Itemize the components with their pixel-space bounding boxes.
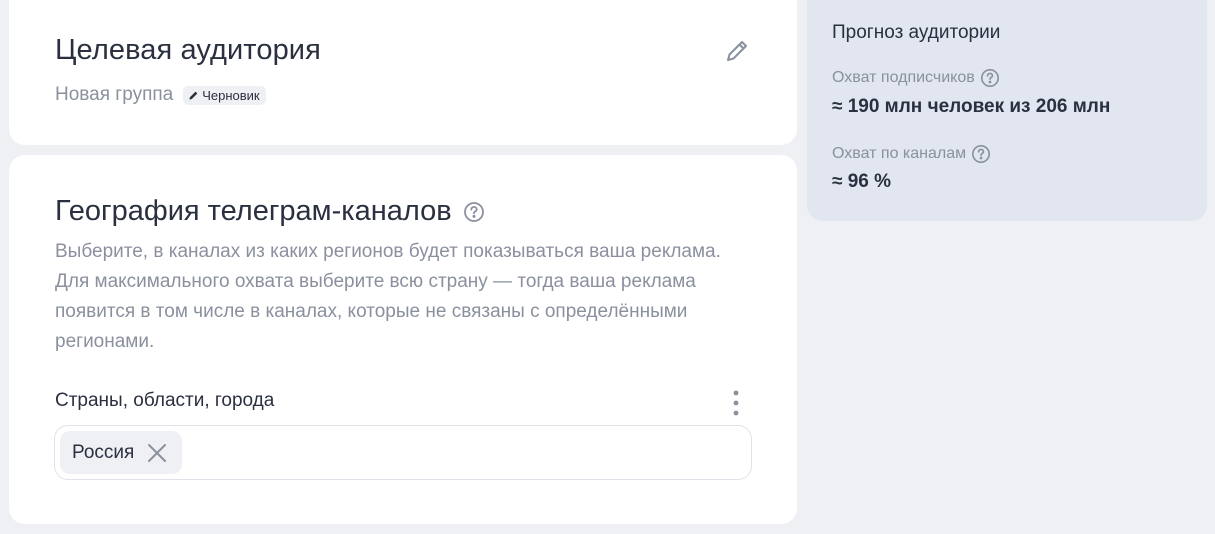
channels-reach-value: ≈ 96 %	[832, 171, 892, 192]
audience-title: Целевая аудитория	[55, 34, 321, 66]
group-name: Новая группа	[55, 84, 174, 105]
question-circle-icon[interactable]	[971, 144, 991, 164]
edit-button[interactable]	[722, 36, 752, 66]
subscribers-reach-value: ≈ 190 млн человек из 206 млн	[832, 96, 1111, 117]
region-chip: Россия	[60, 431, 183, 474]
pencil-icon	[727, 41, 747, 61]
draft-badge-label: Черновик	[202, 87, 260, 103]
audience-forecast-panel: Прогноз аудитории Охват подписчиков ≈ 19…	[807, 0, 1207, 221]
channels-reach-label: Охват по каналам	[832, 144, 991, 164]
geo-title-row: География телеграм-каналов	[55, 195, 485, 228]
question-circle-icon[interactable]	[980, 68, 1000, 88]
subscribers-reach-label-text: Охват подписчиков	[832, 69, 975, 86]
regions-field-label: Страны, области, города	[55, 390, 275, 411]
close-icon	[148, 443, 167, 462]
regions-input[interactable]: Россия	[54, 425, 752, 480]
target-audience-card: Целевая аудитория Новая группа Черновик	[9, 0, 797, 145]
remove-region-button[interactable]	[146, 442, 168, 464]
channels-reach-label-text: Охват по каналам	[832, 145, 967, 162]
draft-badge: Черновик	[183, 85, 266, 105]
small-pencil-icon	[189, 91, 198, 100]
kebab-menu-icon	[733, 390, 739, 416]
more-options-button[interactable]	[726, 388, 746, 418]
channel-geography-card: География телеграм-каналов Выберите, в к…	[9, 155, 797, 524]
region-chip-label: Россия	[72, 441, 135, 463]
subscribers-reach-label: Охват подписчиков	[832, 68, 1000, 88]
question-circle-icon[interactable]	[463, 201, 485, 223]
geo-title: География телеграм-каналов	[55, 195, 452, 227]
audience-subtitle: Новая группа Черновик	[55, 84, 266, 106]
geo-description: Выберите, в каналах из каких регионов бу…	[55, 241, 721, 352]
forecast-title: Прогноз аудитории	[832, 22, 1001, 43]
